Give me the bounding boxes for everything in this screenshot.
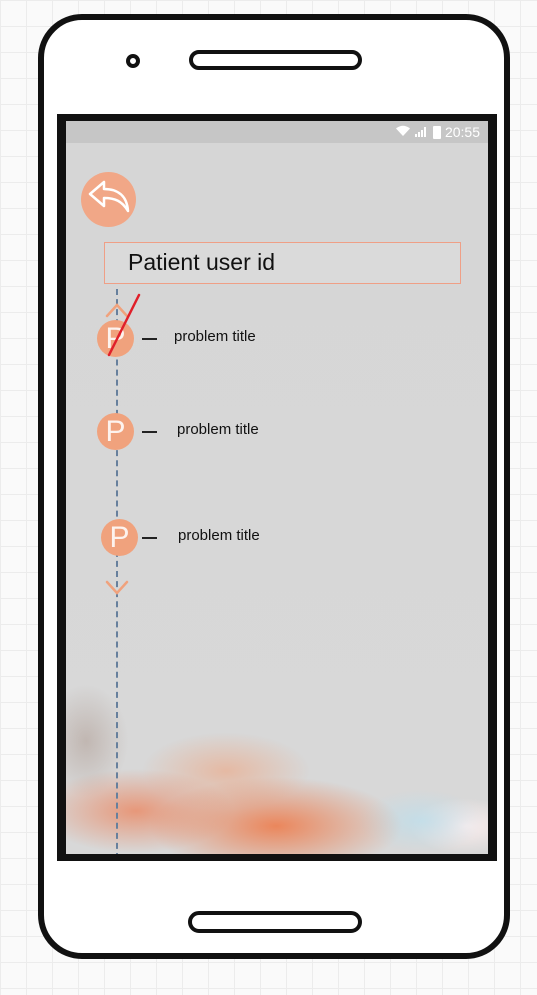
list-item[interactable]: P problem title [97,413,277,451]
canvas: 20:55 Patient user id P problem title P … [0,0,537,995]
problem-title: problem title [177,421,259,438]
chevron-down-icon[interactable] [105,579,129,595]
problem-title: problem title [178,527,260,544]
strikethrough-mark [107,293,141,357]
app-screen: 20:55 Patient user id P problem title P … [66,121,488,854]
connector-dash [142,537,157,539]
camera-icon [126,54,140,68]
speaker-grille [189,50,362,70]
problem-badge: P [97,413,134,450]
list-item[interactable]: P problem title [101,519,281,557]
timeline-line [116,289,118,854]
patient-id-field[interactable]: Patient user id [104,242,461,284]
home-button[interactable] [188,911,362,933]
problem-title: problem title [174,328,256,345]
status-icons: 20:55 [395,123,480,141]
reply-arrow-icon [87,179,131,220]
back-button[interactable] [81,172,136,227]
connector-dash [142,431,157,433]
connector-dash [142,338,157,340]
problem-badge: P [101,519,138,556]
wifi-icon [395,124,411,140]
status-bar: 20:55 [66,121,488,143]
battery-icon [432,125,441,139]
status-time: 20:55 [444,124,480,140]
signal-icon [414,124,429,140]
